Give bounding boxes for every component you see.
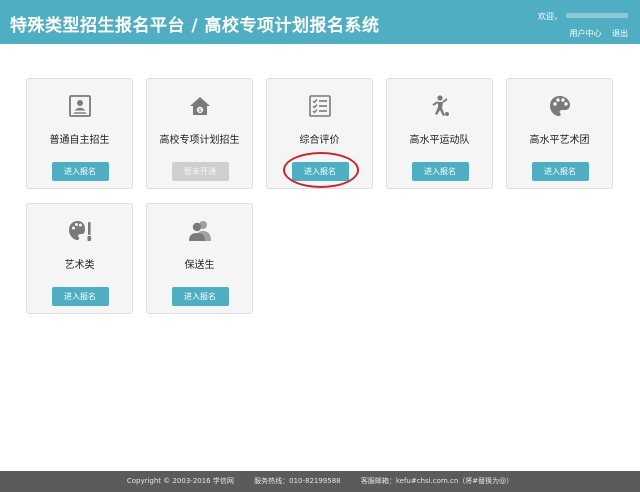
not-yet-open-button: 暂未开通 [171,162,229,181]
enter-registration-button[interactable]: 进入报名 [411,162,469,181]
paint-brush-icon [68,221,91,241]
hotline-text: 服务热线：010-82199588 [254,477,341,485]
card-label: 高校专项计划招生 [159,135,240,146]
top-header: 特殊类型招生报名平台 / 高校专项计划报名系统 欢迎， 用户中心 退出 [0,0,640,44]
card-general-independent: 普通自主招生 进入报名 [26,78,133,189]
card-label: 高水平艺术团 [529,135,590,146]
logout-link[interactable]: 退出 [612,29,628,38]
enter-registration-button[interactable]: 进入报名 [171,287,229,306]
card-label: 普通自主招生 [49,135,110,146]
header-links: 用户中心 退出 [561,28,628,39]
page-title: 特殊类型招生报名平台 / 高校专项计划报名系统 [10,16,380,36]
svg-text:$: $ [198,108,202,114]
enter-registration-button[interactable]: 进入报名 [51,162,109,181]
user-center-link[interactable]: 用户中心 [569,29,601,38]
athlete-icon [431,95,449,116]
enter-registration-button[interactable]: 进入报名 [51,287,109,306]
card-special-plan: $ 高校专项计划招生 暂未开通 [146,78,253,189]
card-label: 高水平运动队 [409,135,470,146]
enter-registration-button[interactable]: 进入报名 [531,162,589,181]
checklist-icon [308,95,331,117]
card-high-level-sports: 高水平运动队 进入报名 [386,78,493,189]
email-text: 客服邮箱：kefu#chsi.com.cn（将#替换为@） [360,477,514,485]
username-redacted [566,13,628,18]
card-label: 保送生 [184,260,215,271]
card-high-level-art-troupe: 高水平艺术团 进入报名 [506,78,613,189]
users-icon [188,221,211,241]
card-arts: 艺术类 进入报名 [26,203,133,314]
red-circle-annotation [283,152,359,188]
page-footer: Copyright © 2003-2016 学信网 服务热线：010-82199… [0,471,640,492]
card-label: 艺术类 [64,260,95,271]
palette-icon [549,96,570,116]
welcome-text: 欢迎， [538,12,562,21]
card-recommended-students: 保送生 进入报名 [146,203,253,314]
card-label: 综合评价 [299,135,340,146]
house-dollar-icon: $ [189,97,210,115]
id-card-icon [68,95,91,117]
copyright-text: Copyright © 2003-2016 学信网 [126,477,234,485]
